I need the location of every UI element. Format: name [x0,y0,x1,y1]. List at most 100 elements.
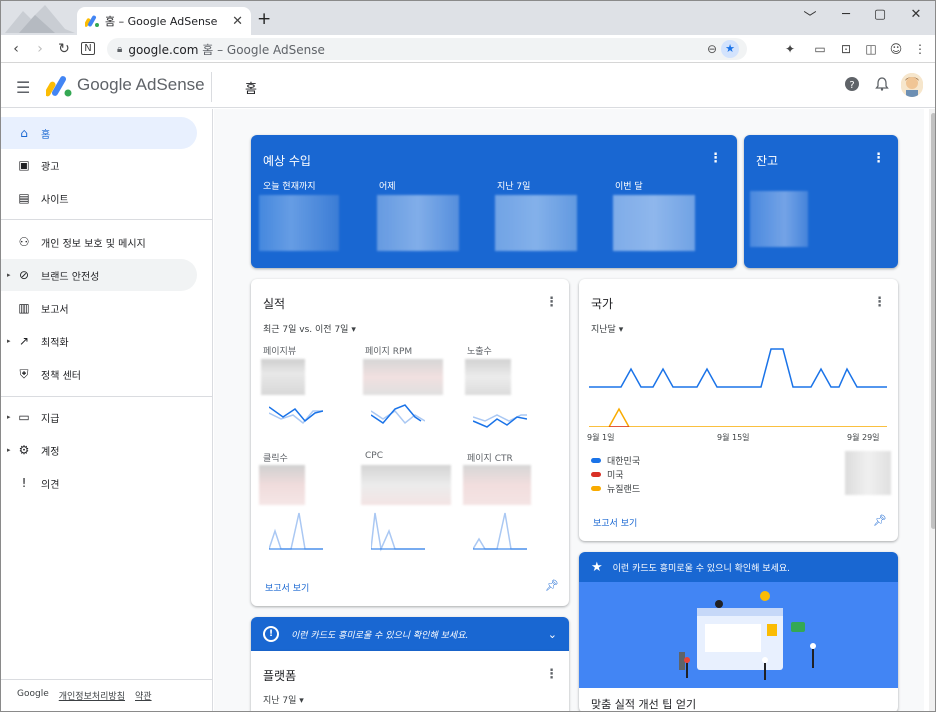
star-icon: ★ [591,559,603,575]
expand-caret-icon: ▸ [7,271,11,279]
reports-icon: ▥ [18,301,30,315]
new-tab-button[interactable]: + [257,9,271,29]
tab-close-icon[interactable]: ✕ [232,14,243,29]
more-vert-icon[interactable]: ⋮ [872,151,885,166]
x-axis-label: 9월 1일 [587,433,615,442]
redacted-value [377,195,459,251]
earnings-card: 예상 수입 ⋮ 오늘 현재까지 어제 지난 7일 이번 달 [251,135,737,268]
scrollbar-thumb[interactable] [931,113,935,529]
legend-item: 대한민국 [591,454,640,467]
sidebar-divider [1,396,213,397]
pin-icon[interactable]: 📌︎ [873,514,887,527]
sidebar-item-brand-safety[interactable]: ▸ ⊘ 브랜드 안전성 [1,259,197,291]
date-range-dropdown[interactable]: 지난 7일 ▾ [263,693,304,706]
more-vert-icon[interactable]: ⋮ [873,295,886,310]
sidebar-item-label: 보고서 [41,304,69,316]
sidebar-item-ads[interactable]: ▣ 광고 [1,149,197,181]
expand-caret-icon: ▸ [7,337,11,345]
close-window-button[interactable]: ✕ [901,7,931,22]
sidebar-item-reports[interactable]: ▥ 보고서 [1,292,197,324]
sidebar-item-feedback[interactable]: ! 의견 [1,467,197,499]
more-vert-icon[interactable]: ⋮ [709,151,722,166]
illustration-graphic [679,591,816,680]
screenshot-icon[interactable]: ⊡ [837,40,855,58]
video-icon[interactable]: ▭ [811,40,829,58]
countries-line-chart [589,348,887,427]
extensions-icon[interactable]: ✦ [781,40,799,58]
metric-label: 페이지뷰 [263,347,297,357]
theme-decoration [5,5,75,33]
forward-icon[interactable]: › [28,41,52,57]
date-range-dropdown[interactable]: 지난달 ▾ [591,322,623,335]
gear-icon: ⚙ [18,443,30,457]
bookmark-star-icon[interactable]: ★ [721,40,739,58]
more-vert-icon[interactable]: ⋮ [545,667,558,682]
expand-caret-icon: ▸ [7,413,11,421]
menu-icon[interactable]: ⋮ [911,40,929,58]
redacted-value [613,195,695,251]
home-icon: ⌂ [20,126,28,140]
minimize-button[interactable]: ─ [831,7,861,22]
shield-icon: ⛨ [19,367,29,381]
platforms-card: 플랫폼 ⋮ 지난 7일 ▾ [251,651,569,711]
metric-label: 오늘 현재까지 [263,182,316,192]
promo-banner[interactable]: ! 이런 카드도 흥미로울 수 있으니 확인해 보세요. ⌄ [251,617,569,651]
sidebar-item-sites[interactable]: ▤ 사이트 [1,182,197,214]
payments-icon: ▭ [18,410,30,424]
more-vert-icon[interactable]: ⋮ [545,295,558,310]
back-icon[interactable]: ‹ [4,41,28,57]
notion-extension-icon[interactable]: N [76,42,100,55]
redacted-value [259,195,339,251]
notifications-bell-icon[interactable] [873,77,891,95]
browser-window: 홈 – Google AdSense ✕ + ﹀ ─ ▢ ✕ ‹ › ↻ N 🔒… [0,0,936,712]
address-bar[interactable]: 🔒︎ google.com 홈 – Google AdSense ⊖ ★ [107,38,747,60]
metric-label: 이번 달 [615,182,643,192]
ctr-sparkline [473,512,527,550]
lock-icon: 🔒︎ [117,43,123,55]
metric-label: 페이지 RPM [365,347,413,357]
terms-link[interactable]: 약관 [135,689,152,702]
sidebar-item-privacy[interactable]: ⚇ 개인 정보 보호 및 메시지 [1,226,197,258]
maximize-button[interactable]: ▢ [865,7,895,22]
expand-caret-icon: ▸ [7,446,11,454]
sidebar-item-label: 계정 [41,446,60,458]
sidebar-item-home[interactable]: ⌂ 홈 [1,117,197,149]
sidebar-item-account[interactable]: ▸ ⚙ 계정 [1,434,197,466]
view-report-link[interactable]: 보고서 보기 [265,581,309,594]
sidebar-item-optimization[interactable]: ▸ ↗ 최적화 [1,325,197,357]
reload-icon[interactable]: ↻ [52,41,76,57]
pin-icon[interactable]: 📌︎ [545,579,559,592]
sidebar-item-policy-center[interactable]: ⛨ 정책 센터 [1,358,197,390]
date-range-dropdown[interactable]: 최근 7일 vs. 이전 7일 ▾ [263,322,356,335]
sidebar-item-label: 최적화 [41,337,69,349]
zoom-icon[interactable]: ⊖ [707,42,717,56]
sidebar-item-label: 의견 [41,479,60,491]
chevron-down-icon[interactable]: ⌄ [548,628,557,641]
promo-card: ★ 이런 카드도 흥미로울 수 있으니 확인해 보세요. 맞춤 실적 개선 팁 … [579,552,898,711]
view-report-link[interactable]: 보고서 보기 [593,516,637,529]
help-icon[interactable]: ? [843,77,861,95]
page-title: 홈 [245,82,257,97]
performance-card: 실적 ⋮ 최근 7일 vs. 이전 7일 ▾ 페이지뷰 페이지 RPM 노출수 … [251,279,569,606]
sidebar-item-label: 광고 [41,161,60,173]
app-header: ☰ Google AdSense 홈 ? [1,64,935,108]
legend-item: 뉴질랜드 [591,482,640,495]
sidepanel-icon[interactable]: ◫ [862,40,880,58]
tab-search-icon[interactable]: ﹀ [795,7,825,26]
menu-hamburger-icon[interactable]: ☰ [16,78,30,97]
brand-name: Google AdSense [77,75,205,94]
sidebar-item-payments[interactable]: ▸ ▭ 지급 [1,401,197,433]
browser-tab[interactable]: 홈 – Google AdSense ✕ [77,7,251,35]
promo-banner-text: 이런 카드도 흥미로울 수 있으니 확인해 보세요. [291,630,469,641]
card-title: 국가 [591,297,614,311]
x-axis-label: 9월 15일 [717,433,750,442]
legend-item: 미국 [591,468,624,481]
legend-swatch [591,486,601,491]
footer-google: Google [17,689,49,699]
redacted-value [465,359,511,395]
sidebar-item-label: 지급 [41,413,60,425]
profile-icon[interactable]: ☺ [887,40,905,58]
privacy-link[interactable]: 개인정보처리방침 [59,689,125,702]
avatar[interactable] [901,73,923,97]
card-title: 실적 [263,297,286,311]
